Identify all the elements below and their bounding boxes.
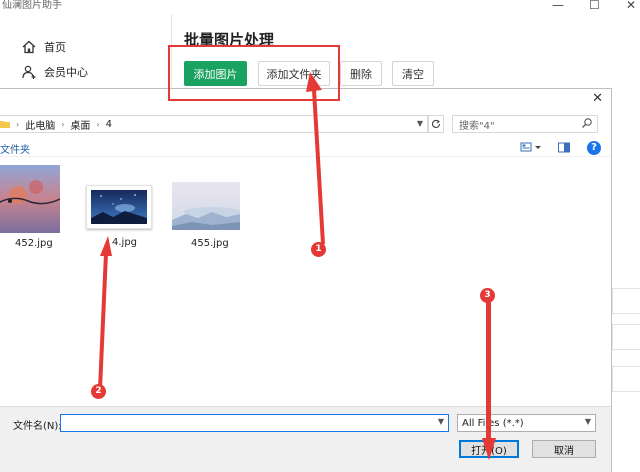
annotation-highlight-box — [168, 45, 340, 101]
preview-pane-icon[interactable] — [558, 142, 570, 154]
background-panel-fragment — [612, 366, 640, 392]
image-thumbnail — [0, 165, 60, 233]
help-icon[interactable]: ? — [587, 141, 601, 155]
file-open-dialog: ✕ › 此电脑 › 桌面 › 4 ▼ 搜索"4" 文件夹 ? 452.jpg 4… — [0, 88, 612, 472]
breadcrumb-desktop[interactable]: 桌面 — [70, 117, 90, 132]
search-icon — [582, 118, 592, 128]
sidebar-item-member-center[interactable]: 会员中心 — [22, 61, 88, 83]
home-icon — [22, 40, 36, 54]
new-folder-button[interactable]: 文件夹 — [0, 141, 30, 156]
refresh-button[interactable] — [428, 115, 444, 133]
image-thumbnail — [91, 190, 147, 224]
breadcrumb-separator-icon: › — [16, 119, 20, 129]
annotation-marker-3: 3 — [480, 288, 495, 303]
annotation-marker-1: 1 — [311, 242, 326, 257]
annotation-marker-2: 2 — [91, 384, 106, 399]
maximize-button[interactable]: ☐ — [589, 0, 600, 12]
file-list: 452.jpg 4.jpg 455.jpg — [0, 159, 611, 406]
background-panel-fragment — [612, 324, 640, 350]
sidebar-item-label: 首页 — [44, 41, 66, 54]
chevron-down-icon[interactable]: ▼ — [438, 417, 444, 426]
clear-button[interactable]: 清空 — [392, 61, 434, 86]
close-button[interactable]: ✕ — [626, 0, 636, 12]
title-bar: 仙澜图片助手 — ☐ ✕ — [0, 0, 640, 14]
search-placeholder: 搜索"4" — [459, 120, 495, 132]
file-name: 4.jpg — [112, 237, 138, 248]
command-bar: 文件夹 ? — [0, 139, 611, 157]
view-options-icon[interactable] — [520, 142, 542, 154]
filename-label: 文件名(N): — [13, 421, 62, 432]
refresh-icon — [432, 119, 441, 128]
file-item-455[interactable] — [172, 182, 240, 230]
address-bar[interactable]: › 此电脑 › 桌面 › 4 ▼ — [0, 115, 428, 133]
delete-button[interactable]: 删除 — [340, 61, 382, 86]
breadcrumb-this-pc[interactable]: 此电脑 — [25, 117, 55, 132]
app-title: 仙澜图片助手 — [2, 0, 62, 11]
dialog-close-button[interactable]: ✕ — [592, 91, 603, 106]
folder-icon — [0, 121, 10, 128]
cancel-button[interactable]: 取消 — [532, 440, 596, 458]
sidebar-item-label: 会员中心 — [44, 66, 88, 79]
breadcrumb-separator-icon: › — [61, 119, 65, 129]
search-input[interactable]: 搜索"4" — [452, 115, 598, 133]
sidebar-item-home[interactable]: 首页 — [22, 36, 66, 58]
file-item-452[interactable] — [0, 165, 61, 234]
file-name: 452.jpg — [15, 238, 53, 249]
minimize-button[interactable]: — — [552, 0, 564, 12]
app-window: 仙澜图片助手 — ☐ ✕ 首页 会员中心 批量图片处理 添加图片 添加文件夹 删… — [0, 0, 640, 472]
chevron-down-icon[interactable]: ▼ — [585, 417, 591, 426]
file-type-select[interactable]: All Files (*.*) ▼ — [457, 414, 596, 432]
user-plus-icon — [22, 65, 36, 79]
dialog-footer: 文件名(N): ▼ All Files (*.*) ▼ 打开(O) 取消 — [0, 406, 611, 472]
image-thumbnail — [172, 182, 240, 230]
open-button[interactable]: 打开(O) — [459, 440, 519, 458]
file-name: 455.jpg — [191, 238, 229, 249]
filename-input[interactable]: ▼ — [60, 414, 449, 432]
file-item-454[interactable] — [86, 185, 152, 229]
file-type-value: All Files (*.*) — [462, 417, 524, 429]
background-panel-fragment — [612, 288, 640, 314]
breadcrumb-folder[interactable]: 4 — [106, 119, 112, 130]
chevron-down-icon[interactable]: ▼ — [417, 119, 423, 128]
breadcrumb-separator-icon: › — [96, 119, 100, 129]
